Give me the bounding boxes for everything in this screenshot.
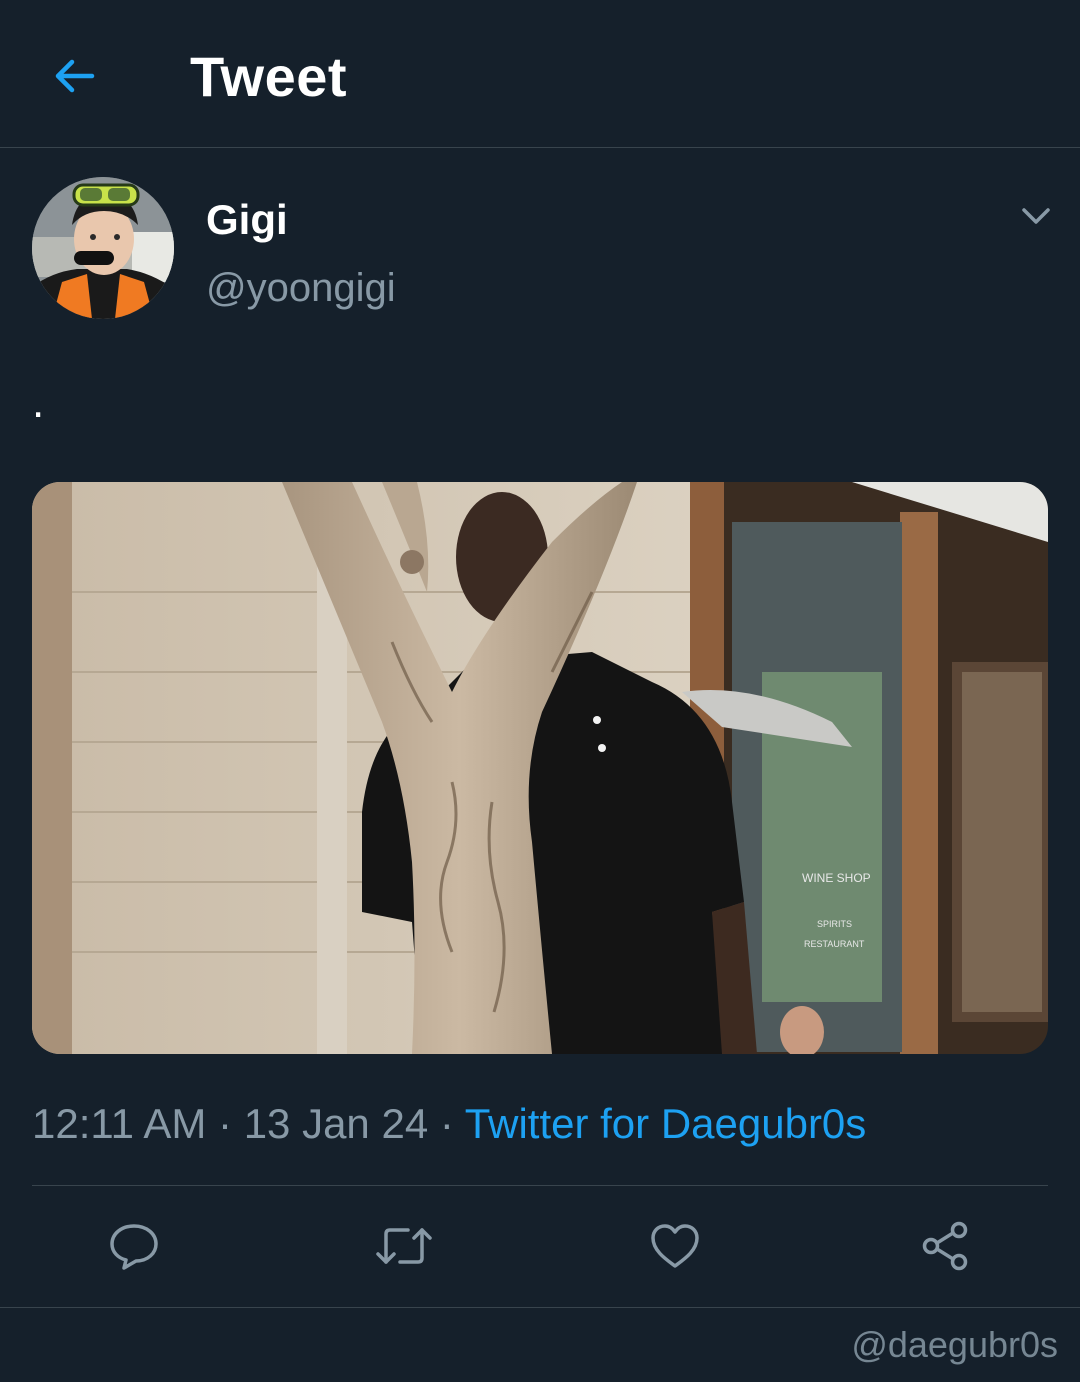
- page-title: Tweet: [190, 45, 348, 108]
- top-bar: Tweet: [0, 0, 1080, 148]
- like-button[interactable]: [643, 1214, 707, 1278]
- user-handle[interactable]: @yoongigi: [206, 266, 396, 311]
- back-button[interactable]: [44, 46, 104, 106]
- more-options-button[interactable]: [1012, 196, 1060, 236]
- arrow-left-icon: [55, 59, 95, 93]
- separator: ·: [218, 1100, 233, 1147]
- signage-text-1: WINE SHOP: [802, 871, 871, 885]
- signage-text-2: SPIRITS: [817, 919, 852, 929]
- display-name[interactable]: Gigi: [206, 196, 288, 244]
- tweet-detail-screen: Tweet Gigi @yoongigi . WINE SHOP SPIRITS…: [0, 0, 1080, 1382]
- tweet-date: 13 Jan 24: [243, 1100, 429, 1147]
- divider: [32, 1185, 1048, 1186]
- tweet-time: 12:11 AM: [32, 1100, 207, 1147]
- tweet-source-link[interactable]: Twitter for Daegubr0s: [465, 1100, 867, 1147]
- tweet-photo[interactable]: WINE SHOP SPIRITS RESTAURANT: [32, 482, 1048, 1054]
- separator: ·: [439, 1100, 454, 1147]
- divider: [0, 1307, 1080, 1308]
- share-icon: [922, 1221, 968, 1271]
- like-icon: [651, 1224, 699, 1268]
- tweet-metadata: 12:11 AM · 13 Jan 24 · Twitter for Daegu…: [32, 1100, 866, 1148]
- share-button[interactable]: [913, 1214, 977, 1278]
- reply-icon: [110, 1224, 158, 1270]
- tweet-text: .: [32, 378, 45, 427]
- chevron-down-icon: [1022, 208, 1050, 224]
- reply-button[interactable]: [102, 1214, 166, 1278]
- retweet-icon: [376, 1228, 432, 1264]
- avatar[interactable]: [32, 177, 174, 319]
- signage-text-3: RESTAURANT: [804, 939, 865, 949]
- retweet-button[interactable]: [372, 1214, 436, 1278]
- watermark: @daegubr0s: [851, 1324, 1058, 1365]
